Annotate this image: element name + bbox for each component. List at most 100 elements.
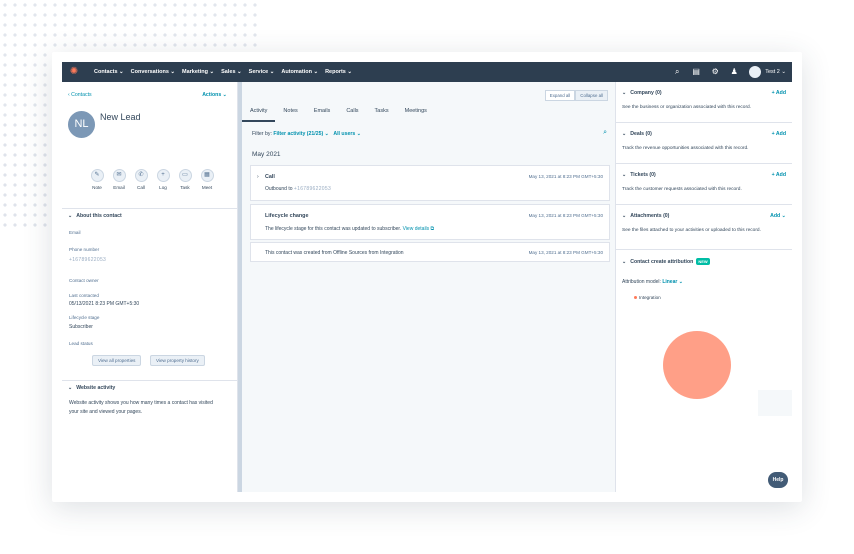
nav-automation[interactable]: Automation ⌄ [281, 69, 318, 75]
activity-card-call[interactable]: › Call May 13, 2021 at 8:23 PM GMT+5:30 … [250, 165, 610, 201]
sprocket-logo-icon[interactable]: ✺ [68, 66, 80, 78]
card-title: Lifecycle change [265, 213, 309, 219]
about-section-header[interactable]: ⌄ About this contact [62, 208, 237, 222]
actions-dropdown[interactable]: Actions ⌄ [202, 92, 227, 98]
deals-desc: Track the revenue opportunities associat… [622, 146, 749, 151]
attachments-desc: See the files attached to your activitie… [622, 228, 761, 233]
card-date: May 13, 2021 at 8:23 PM GMT+5:30 [528, 174, 603, 179]
tickets-section: ⌄ Tickets (0) + Add Track the customer re… [616, 164, 792, 205]
view-property-history-button[interactable]: View property history [150, 355, 205, 366]
all-users-dropdown[interactable]: All users ⌄ [333, 131, 361, 137]
card-body: This contact was created from Offline So… [265, 250, 404, 256]
company-section: ⌄ Company (0) + Add See the business or o… [616, 82, 792, 123]
attribution-model-dropdown[interactable]: Linear ⌄ [662, 279, 683, 285]
task-label: Task [180, 185, 190, 190]
email-label: Email [113, 185, 125, 190]
tab-meetings[interactable]: Meetings [397, 106, 435, 122]
deals-header[interactable]: ⌄ Deals (0) [622, 131, 652, 137]
email-label: Email [69, 230, 81, 235]
phone-value[interactable]: +16789622053 [69, 257, 106, 263]
tickets-header[interactable]: ⌄ Tickets (0) [622, 172, 656, 178]
card-body-text: The lifecycle stage for this contact was… [265, 226, 403, 232]
nav-conversations[interactable]: Conversations ⌄ [131, 69, 175, 75]
tab-calls[interactable]: Calls [338, 106, 366, 122]
back-to-contacts-link[interactable]: ‹ Contacts [68, 92, 92, 98]
email-action[interactable]: ✉ Email [108, 169, 130, 190]
contact-panel: ‹ Contacts Actions ⌄ NL New Lead ✎ Note ✉… [62, 82, 238, 492]
plus-icon: + [156, 169, 170, 182]
calendar-icon: ▦ [200, 169, 214, 182]
card-date: May 13, 2021 at 8:23 PM GMT+5:30 [528, 250, 603, 255]
lifecycle-label: Lifecycle stage [69, 315, 100, 320]
log-label: Log [159, 185, 167, 190]
website-activity-desc: Website activity shows you how many time… [69, 400, 213, 406]
nav-service[interactable]: Service ⌄ [249, 69, 275, 75]
collapse-all-button[interactable]: Collapse all [575, 90, 608, 101]
meet-action[interactable]: ▦ Meet [196, 169, 218, 190]
nav-contacts[interactable]: Contacts ⌄ [94, 69, 124, 75]
top-nav: ✺ Contacts ⌄ Conversations ⌄ Marketing ⌄… [62, 62, 792, 82]
attribution-model-label: Attribution model: [622, 279, 661, 285]
new-badge: NEW [696, 258, 710, 265]
add-deal-button[interactable]: + Add [772, 131, 786, 137]
card-title: Call [265, 174, 275, 180]
lead-status-label: Lead status [69, 341, 93, 346]
attachments-header[interactable]: ⌄ Attachments (0) [622, 213, 669, 219]
add-ticket-button[interactable]: + Add [772, 172, 786, 178]
attribution-pie-slice[interactable] [663, 331, 731, 399]
search-icon[interactable]: ⌕ [603, 129, 607, 137]
card-body: Outbound to +16789622053 [265, 186, 331, 192]
tab-activity[interactable]: Activity [242, 106, 276, 122]
phone-icon: ✆ [134, 169, 148, 182]
website-activity-title: Website activity [76, 384, 116, 391]
about-title: About this contact [76, 212, 122, 219]
view-details-link[interactable]: View details [403, 226, 430, 232]
note-label: Note [92, 185, 102, 190]
view-all-properties-button[interactable]: View all properties [92, 355, 142, 366]
chevron-down-icon: ⌄ [68, 212, 73, 219]
phone-link[interactable]: +16789622053 [294, 186, 331, 192]
add-company-button[interactable]: + Add [772, 90, 786, 96]
owner-label: Contact owner [69, 278, 99, 283]
bell-icon[interactable]: ♟ [730, 68, 738, 76]
marketplace-icon[interactable]: ▤ [692, 68, 700, 76]
company-header[interactable]: ⌄ Company (0) [622, 90, 662, 96]
last-contacted-value: 05/13/2021 8:23 PM GMT+5:30 [69, 301, 140, 307]
help-button[interactable]: Help [768, 472, 788, 488]
activity-card-created: This contact was created from Offline So… [250, 242, 610, 262]
account-menu[interactable]: Test 2 ⌄ [749, 66, 786, 78]
call-action[interactable]: ✆ Call [130, 169, 152, 190]
nav-reports[interactable]: Reports ⌄ [325, 69, 352, 75]
external-link-icon[interactable]: ⧉ [429, 226, 435, 232]
note-action[interactable]: ✎ Note [86, 169, 108, 190]
attribution-model: Attribution model: Linear ⌄ [622, 279, 683, 285]
add-attachment-dropdown[interactable]: Add ⌄ [770, 213, 786, 219]
nav-sales[interactable]: Sales ⌄ [221, 69, 242, 75]
attribution-header[interactable]: ⌄ Contact create attribution NEW [622, 258, 710, 265]
attribution-title: Contact create attribution [630, 259, 694, 265]
chevron-down-icon: ⌄ [622, 131, 627, 137]
gear-icon[interactable]: ⚙ [711, 68, 719, 76]
tickets-desc: Track the customer requests associated w… [622, 187, 742, 192]
lifecycle-value[interactable]: Subscriber [69, 324, 93, 330]
tab-tasks[interactable]: Tasks [367, 106, 397, 122]
activity-panel: Expand all Collapse all Activity Notes E… [242, 82, 615, 492]
chevron-down-icon: ⌄ [622, 213, 627, 219]
decorative-dots [0, 120, 60, 230]
tab-notes[interactable]: Notes [275, 106, 305, 122]
app-window: ✺ Contacts ⌄ Conversations ⌄ Marketing ⌄… [62, 62, 792, 492]
filter-bar: Filter by: Filter activity (21/25) ⌄ All… [252, 131, 361, 137]
filter-activity-dropdown[interactable]: Filter activity (21/25) ⌄ [273, 131, 329, 137]
legend-label: Integration [639, 295, 661, 300]
tab-emails[interactable]: Emails [306, 106, 339, 122]
search-icon[interactable]: ⌕ [673, 68, 681, 76]
expand-all-button[interactable]: Expand all [544, 90, 576, 101]
chevron-down-icon: ⌄ [622, 90, 627, 96]
nav-marketing[interactable]: Marketing ⌄ [182, 69, 214, 75]
filter-by-label: Filter by: [252, 131, 272, 137]
log-action[interactable]: + Log [152, 169, 174, 190]
chevron-right-icon[interactable]: › [257, 174, 259, 180]
task-action[interactable]: ▭ Task [174, 169, 196, 190]
website-activity-header[interactable]: ⌄ Website activity [62, 380, 237, 394]
task-icon: ▭ [178, 169, 192, 182]
